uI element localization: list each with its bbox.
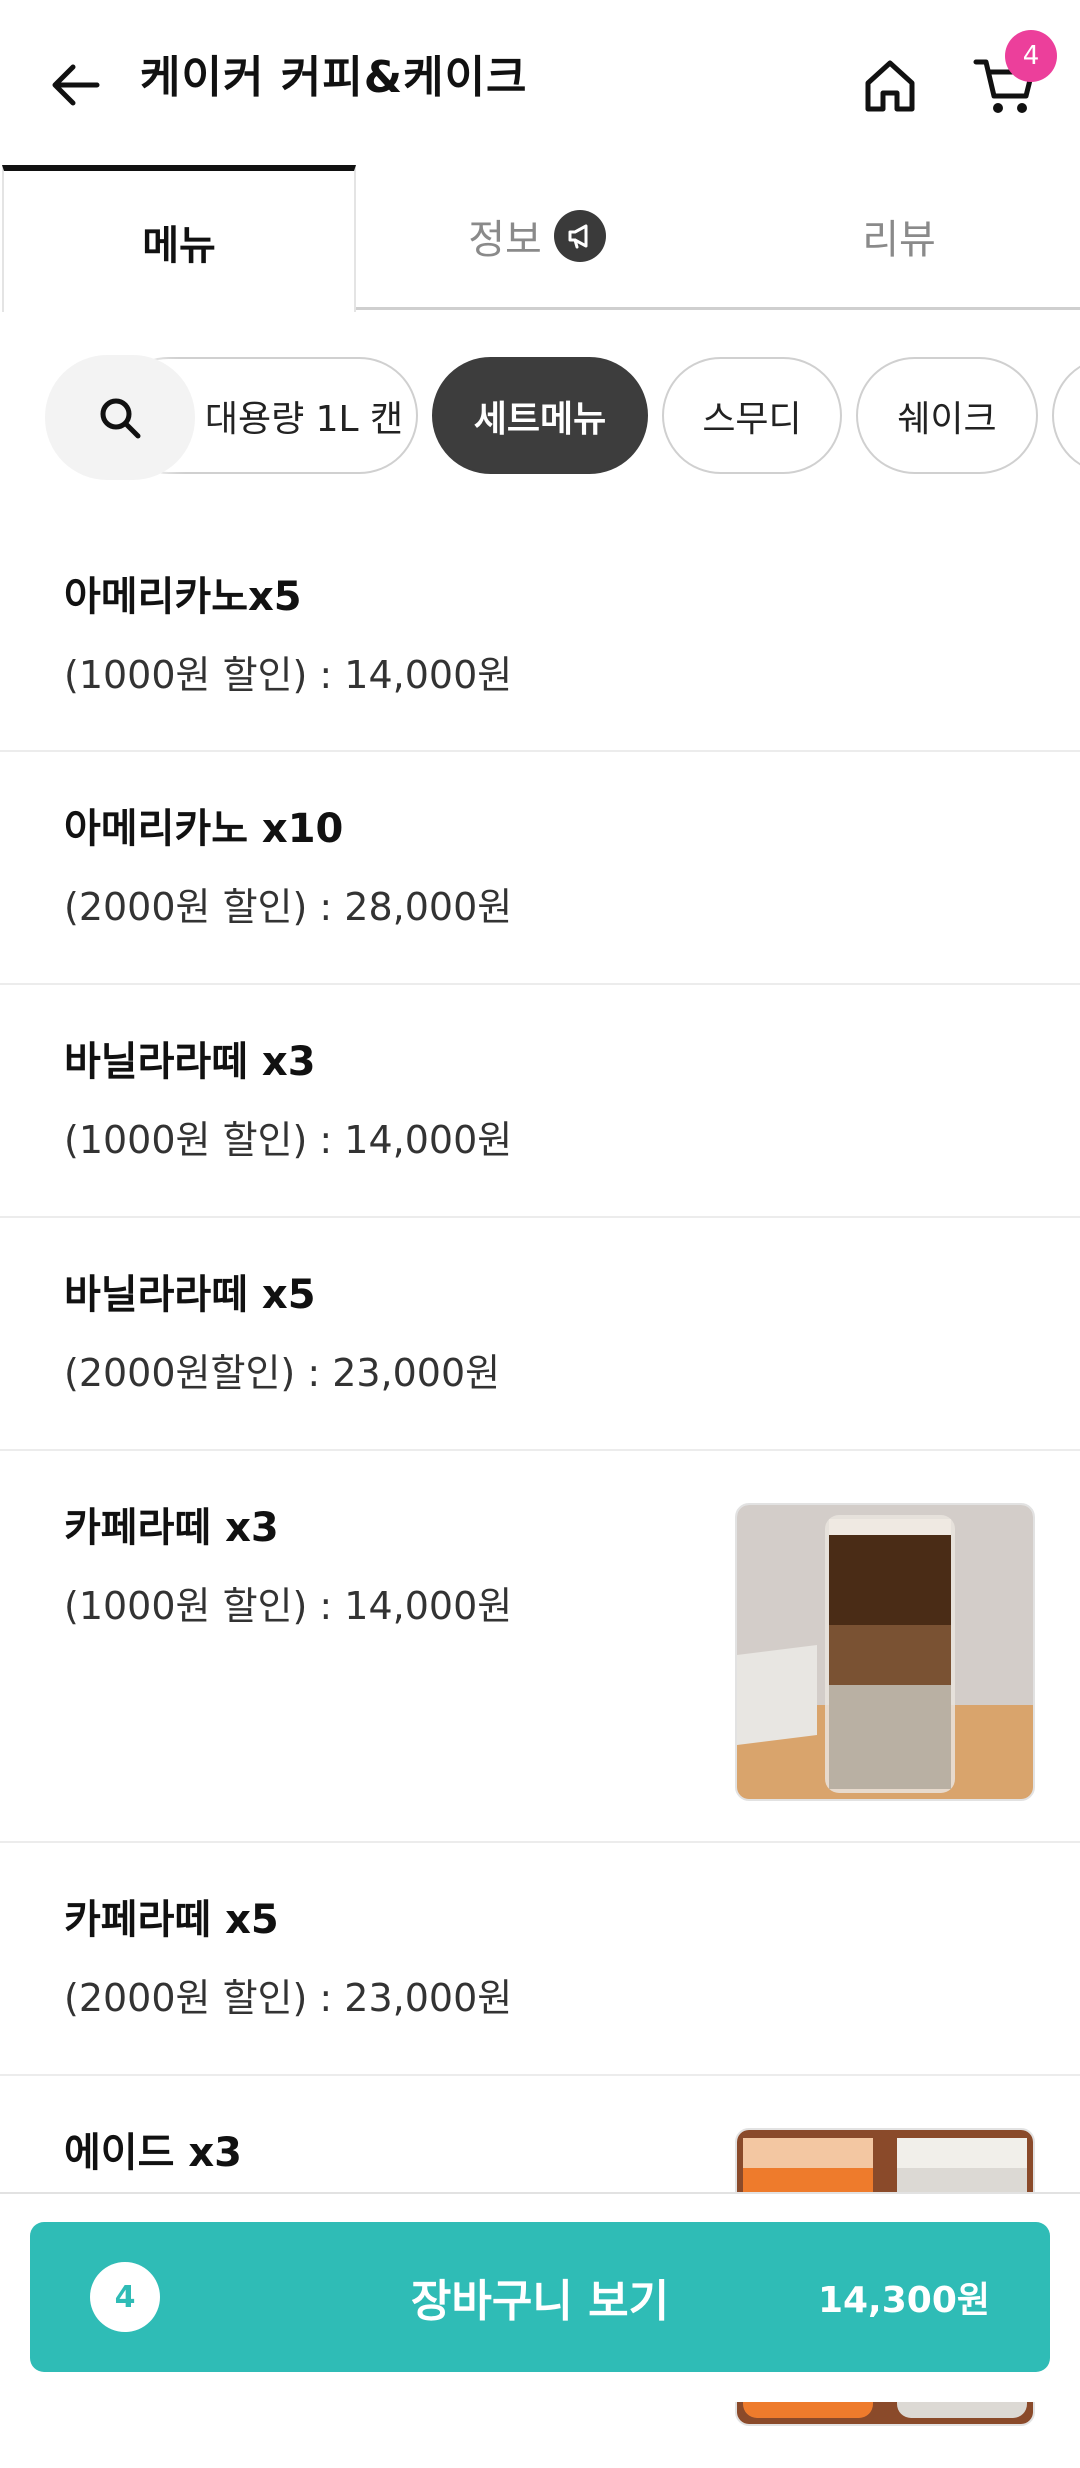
menu-item-name: 바닐라라떼 x5: [64, 1272, 316, 1318]
chip-label: 쉐이크: [897, 398, 997, 440]
menu-item-name: 아메리카노 x10: [64, 806, 344, 852]
chip-next-partial[interactable]: [1052, 357, 1080, 474]
menu-item-name: 바닐라라떼 x3: [64, 1039, 316, 1085]
menu-search-button[interactable]: [45, 355, 195, 480]
tab-info[interactable]: 정보: [356, 165, 718, 310]
chip-label: 대용량 1L 캔: [204, 398, 404, 440]
tab-label: 메뉴: [142, 222, 216, 269]
cart-item-count: 4: [90, 2262, 160, 2332]
home-button[interactable]: [845, 40, 935, 130]
menu-item-americano-x5[interactable]: 아메리카노x5 (1000원 할인) : 14,000원: [0, 520, 1080, 752]
cart-total-price: 14,300원: [817, 2280, 990, 2321]
chip-label: 세트메뉴: [473, 398, 607, 440]
menu-item-desc: (2000원할인) : 23,000원: [64, 1351, 501, 1395]
chip-label: 스무디: [702, 398, 802, 440]
search-icon: [100, 398, 141, 438]
tab-menu[interactable]: 메뉴: [2, 165, 356, 312]
app-header: 케이커 커피&케이크 4: [0, 0, 1080, 165]
menu-item-desc: (2000원 할인) : 23,000원: [64, 1976, 513, 2020]
tab-bar: 메뉴 정보 리뷰: [0, 165, 1080, 312]
chip-shake[interactable]: 쉐이크: [856, 357, 1038, 474]
menu-item-vanilla-latte-x3[interactable]: 바닐라라떼 x3 (1000원 할인) : 14,000원: [0, 985, 1080, 1218]
store-title: 케이커 커피&케이크: [140, 52, 528, 103]
menu-item-desc: (1000원 할인) : 14,000원: [64, 1584, 513, 1628]
menu-item-name: 카페라떼 x5: [64, 1897, 279, 1943]
menu-item-americano-x10[interactable]: 아메리카노 x10 (2000원 할인) : 28,000원: [0, 752, 1080, 985]
bottom-cart-area: 4 장바구니 보기 14,300원: [0, 2192, 1080, 2402]
megaphone-icon: [553, 210, 606, 262]
menu-item-name: 에이드 x3: [64, 2130, 242, 2176]
cart-count-badge: 4: [1005, 30, 1057, 82]
menu-item-desc: (2000원 할인) : 28,000원: [64, 885, 513, 929]
menu-item-cafe-latte-x5[interactable]: 카페라떼 x5 (2000원 할인) : 23,000원: [0, 1843, 1080, 2076]
back-button[interactable]: [30, 40, 120, 130]
tab-label: 리뷰: [862, 217, 936, 263]
back-arrow-icon: [52, 64, 100, 106]
tab-review[interactable]: 리뷰: [718, 165, 1080, 310]
menu-item-desc: (1000원 할인) : 14,000원: [64, 653, 513, 697]
menu-item-vanilla-latte-x5[interactable]: 바닐라라떼 x5 (2000원할인) : 23,000원: [0, 1218, 1080, 1451]
tab-label: 정보: [468, 217, 542, 263]
home-icon: [865, 60, 915, 112]
cafe-latte-photo: [735, 1503, 1035, 1801]
menu-item-name: 카페라떼 x3: [64, 1505, 279, 1551]
category-chip-bar[interactable]: 대용량 1L 캔 세트메뉴 스무디 쉐이크: [0, 355, 1080, 480]
chip-set-menu[interactable]: 세트메뉴: [432, 357, 648, 474]
menu-item-desc: (1000원 할인) : 14,000원: [64, 1118, 513, 1162]
menu-list: 아메리카노x5 (1000원 할인) : 14,000원 아메리카노 x10 (…: [0, 520, 1080, 2468]
view-cart-button[interactable]: 4 장바구니 보기 14,300원: [30, 2222, 1050, 2372]
menu-item-name: 아메리카노x5: [64, 574, 302, 620]
menu-item-cafe-latte-x3[interactable]: 카페라떼 x3 (1000원 할인) : 14,000원: [0, 1451, 1080, 1843]
chip-smoothie[interactable]: 스무디: [662, 357, 842, 474]
